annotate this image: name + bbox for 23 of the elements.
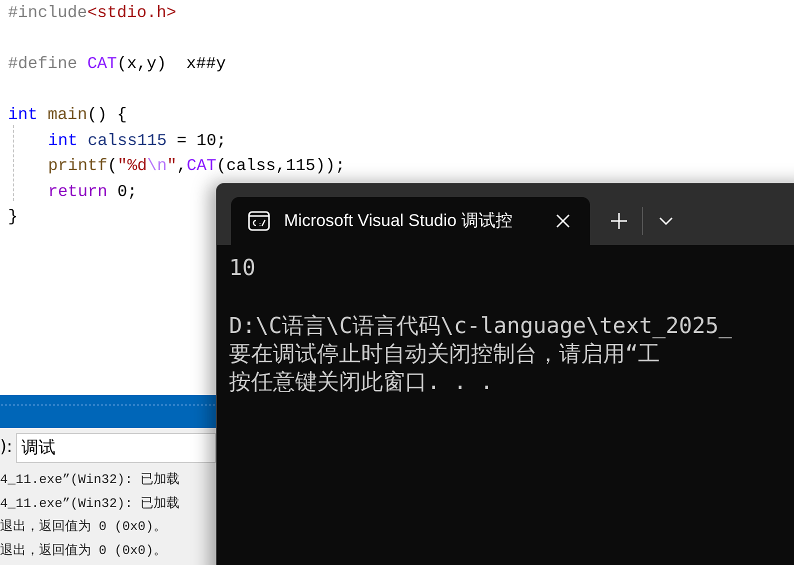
code-line: } bbox=[8, 206, 18, 228]
console-line: 10 bbox=[229, 255, 256, 283]
code-line: int calss115 = 10; bbox=[47, 130, 226, 152]
tab-title: Microsoft Visual Studio 调试控 bbox=[284, 210, 514, 232]
terminal-tab[interactable]: Microsoft Visual Studio 调试控 bbox=[231, 197, 590, 245]
code-line: printf("%d\n",CAT(calss,115)); bbox=[47, 155, 346, 177]
close-icon[interactable] bbox=[555, 213, 571, 229]
code-line: int main() { bbox=[8, 104, 127, 126]
terminal-icon bbox=[248, 211, 270, 231]
plus-icon[interactable] bbox=[610, 212, 628, 230]
console-line: 要在调试停止时自动关闭控制台，请启用“工 bbox=[229, 341, 660, 369]
output-source-dropdown[interactable]: 调试 bbox=[16, 433, 216, 463]
output-line: 退出，返回值为 0 (0x0)。 bbox=[0, 518, 166, 536]
output-line: 4_11.exe”(Win32): 已加载 bbox=[0, 494, 180, 512]
output-source-label: ): bbox=[0, 436, 12, 460]
console-line: 按任意键关闭此窗口. . . bbox=[229, 369, 494, 397]
output-line: 4_11.exe”(Win32): 已加载 bbox=[0, 471, 180, 489]
output-line: 退出，返回值为 0 (0x0)。 bbox=[0, 542, 166, 560]
code-line: return 0; bbox=[47, 180, 138, 202]
console-line: D:\C语言\C语言代码\c-language\text_2025_ bbox=[229, 313, 732, 341]
code-line: #include<stdio.h> bbox=[8, 2, 176, 24]
code-line: #define CAT(x,y) x##y bbox=[8, 53, 226, 75]
chevron-down-icon[interactable] bbox=[659, 216, 673, 226]
